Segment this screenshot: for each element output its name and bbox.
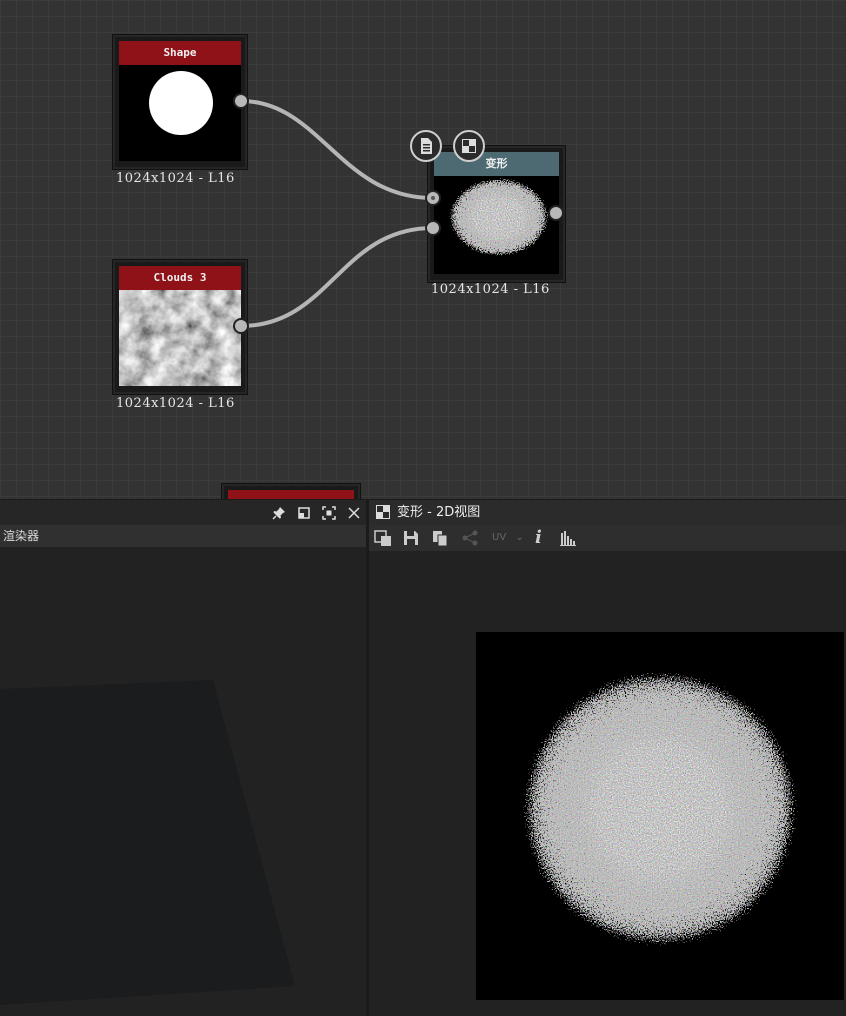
share-icon bbox=[462, 530, 478, 546]
node-clouds-3[interactable]: Clouds 3 bbox=[113, 260, 247, 394]
info-icon[interactable]: i bbox=[535, 527, 542, 548]
pin-icon[interactable] bbox=[271, 505, 287, 521]
float-icon[interactable] bbox=[296, 505, 312, 521]
node-resolution-label: 1024x1024 - L16 bbox=[116, 171, 235, 186]
save-icon[interactable] bbox=[402, 529, 420, 547]
clouds-thumbnail bbox=[119, 290, 241, 386]
wire-clouds-to-transform bbox=[240, 226, 434, 328]
checker-icon[interactable] bbox=[453, 130, 485, 162]
renderer-panel: 渲染器 bbox=[0, 500, 366, 1016]
wire-shape-to-transform bbox=[240, 99, 434, 200]
channels-icon[interactable] bbox=[374, 529, 392, 547]
document-list-icon[interactable] bbox=[410, 130, 442, 162]
node-resolution-label: 1024x1024 - L16 bbox=[431, 282, 550, 297]
panel-title: 变形 - 2D视图 bbox=[397, 505, 481, 520]
node-title: Shape bbox=[119, 41, 241, 65]
node-title: 变形 bbox=[434, 152, 559, 176]
close-icon[interactable] bbox=[346, 505, 362, 521]
tab-renderer[interactable]: 渲染器 bbox=[0, 525, 366, 547]
node-graph[interactable]: Shape 1024x1024 - L16 Clouds 3 1024x1024… bbox=[0, 0, 846, 499]
3d-viewport[interactable] bbox=[0, 547, 366, 1016]
node-thumbnail bbox=[119, 290, 241, 386]
view-toolbar: UV ⌄ i bbox=[369, 525, 846, 551]
output-port[interactable] bbox=[233, 93, 249, 109]
copy-icon[interactable] bbox=[431, 529, 449, 547]
node-shape[interactable]: Shape bbox=[113, 35, 247, 169]
panel-header bbox=[0, 500, 366, 525]
node-transform[interactable]: 变形 bbox=[428, 146, 565, 282]
panel-header: 变形 - 2D视图 bbox=[369, 500, 846, 525]
noise-blob-thumbnail bbox=[434, 176, 559, 274]
texture-preview bbox=[476, 632, 844, 1000]
3d-plane bbox=[0, 680, 295, 1005]
checker-icon bbox=[376, 505, 390, 519]
output-port[interactable] bbox=[233, 318, 249, 334]
2d-viewport[interactable] bbox=[369, 551, 846, 1016]
node-header bbox=[228, 490, 354, 499]
input-port[interactable] bbox=[425, 220, 441, 236]
node-thumbnail bbox=[434, 176, 559, 274]
noise-blob-preview bbox=[476, 632, 844, 1000]
output-port[interactable] bbox=[548, 205, 564, 221]
input-port[interactable] bbox=[425, 190, 441, 206]
node-title: Clouds 3 bbox=[119, 266, 241, 290]
maximize-icon[interactable] bbox=[321, 505, 337, 521]
uv-dropdown[interactable]: UV ⌄ bbox=[492, 529, 524, 547]
chevron-down-icon: ⌄ bbox=[515, 532, 524, 543]
node-thumbnail bbox=[119, 65, 241, 161]
2d-view-panel: 变形 - 2D视图 UV ⌄ i bbox=[369, 500, 846, 1016]
node-resolution-label: 1024x1024 - L16 bbox=[116, 396, 235, 411]
node-partial[interactable] bbox=[222, 484, 360, 499]
histogram-icon[interactable] bbox=[559, 529, 577, 547]
disc-thumbnail bbox=[149, 71, 213, 135]
uv-label: UV bbox=[492, 532, 507, 543]
